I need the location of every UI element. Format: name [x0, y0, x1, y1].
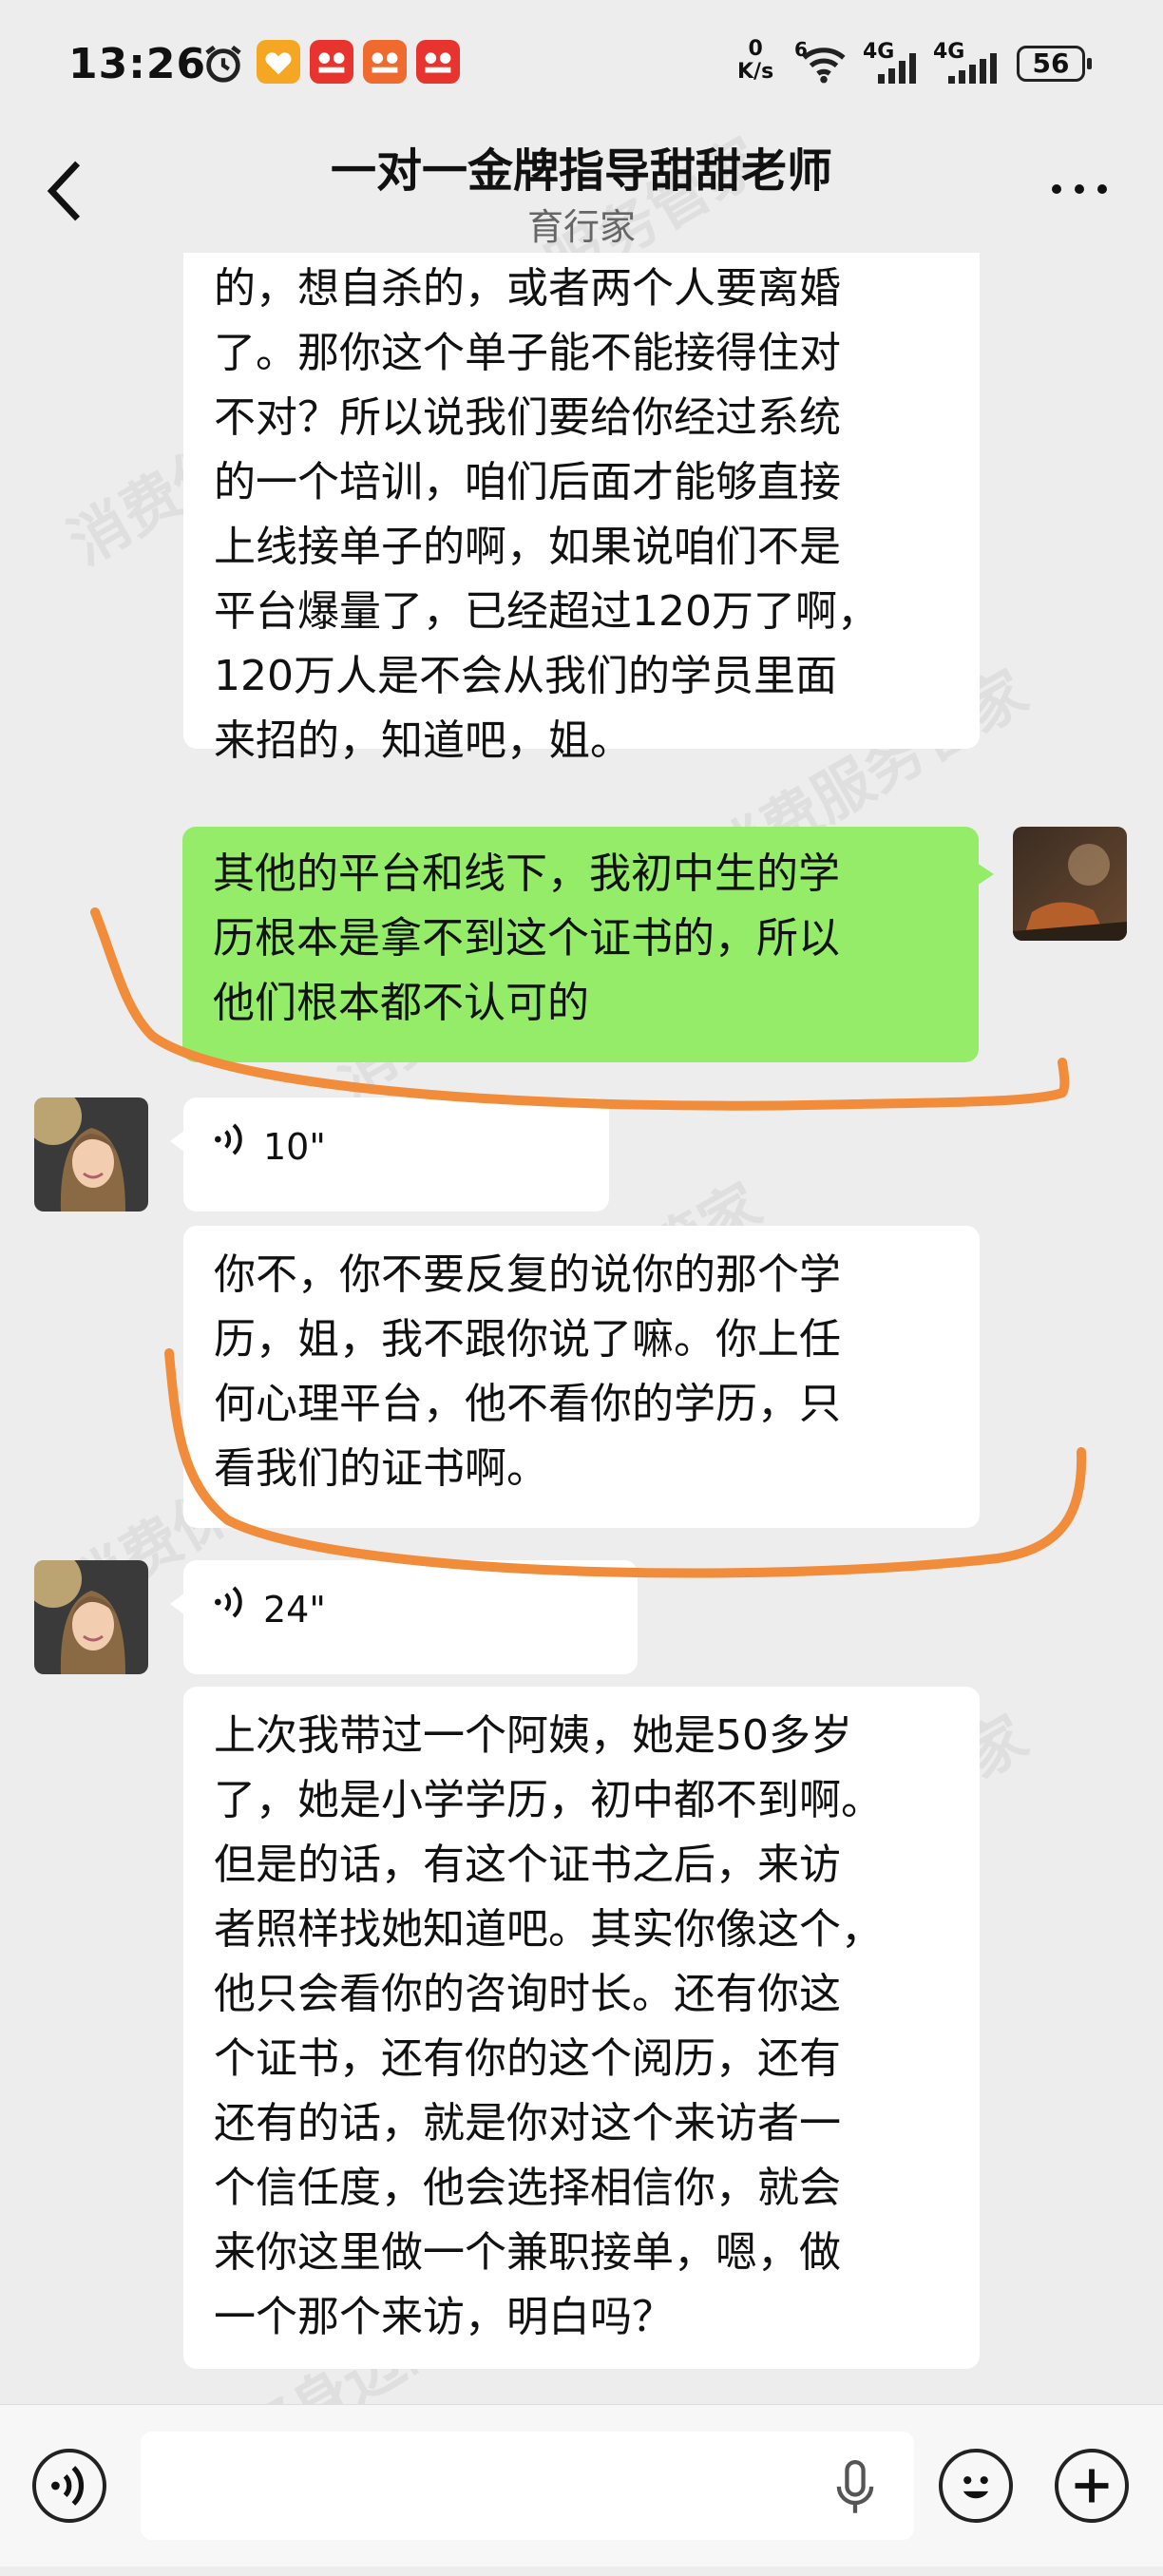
- chat-header: 一对一金牌指导甜甜老师 育行家: [0, 133, 1163, 261]
- network-speed: 0 K/s: [737, 38, 773, 84]
- message-bubble-sent[interactable]: 其他的平台和线下，我初中生的学 历根本是拿不到这个证书的，所以 他们根本都不认可…: [182, 827, 994, 1062]
- voice-duration: 24": [263, 1589, 326, 1631]
- message-line: 何心理平台，他不看你的学历，只: [214, 1380, 841, 1428]
- message-line: 他只会看你的咨询时长。还有你这: [214, 1970, 841, 2018]
- more-dots-icon[interactable]: [1049, 182, 1110, 196]
- message-line: 个信任度，他会选择相信你，就会: [214, 2164, 841, 2212]
- emoji-button[interactable]: [939, 2449, 1013, 2523]
- message-bubble-received[interactable]: 你不，你不要反复的说你的那个学 历，姐，我不跟你说了嘛。你上任 何心理平台，他不…: [183, 1226, 980, 1528]
- message-line: 120万人是不会从我们的学员里面: [214, 652, 837, 700]
- message-line: 个证书，还有你的这个阅历，还有: [214, 2034, 841, 2083]
- message-line: 平台爆量了，已经超过120万了啊，: [214, 587, 879, 636]
- message-line: 上线接单子的啊，如果说咱们不是: [214, 523, 841, 571]
- voice-mode-icon: [51, 2466, 85, 2506]
- message-input[interactable]: [141, 2432, 914, 2540]
- message-line: 历根本是拿不到这个证书的，所以: [213, 914, 840, 963]
- message-line: 的一个培训，咱们后面才能够直接: [214, 458, 841, 506]
- chat-subtitle: 育行家: [526, 206, 636, 248]
- message-line: 还有的话，就是你对这个来访者一: [214, 2099, 841, 2147]
- plus-icon: [1075, 2469, 1109, 2503]
- message-line: 其他的平台和线下，我初中生的学: [213, 849, 840, 898]
- signal-bars-icon: [878, 53, 916, 84]
- message-line: 的，想自杀的，或者两个人要离婚: [214, 264, 841, 313]
- app-notification-icon: [416, 40, 460, 84]
- avatar-self[interactable]: [1013, 827, 1127, 941]
- message-line: 他们根本都不认可的: [213, 979, 589, 1027]
- app-notification-icon: [310, 40, 353, 84]
- app-notification-icon: [257, 40, 300, 84]
- message-bubble-received[interactable]: 的，想自杀的，或者两个人要离婚 了。那你这个单子能不能接得住对 不对？所以说我们…: [183, 253, 980, 765]
- chat-title: 一对一金牌指导甜甜老师: [330, 144, 832, 198]
- message-line: 来招的，知道吧，姐。: [214, 716, 632, 765]
- message-line: 历，姐，我不跟你说了嘛。你上任: [214, 1315, 841, 1364]
- plus-button[interactable]: [1055, 2449, 1129, 2523]
- emoji-icon: [963, 2476, 989, 2499]
- message-line: 不对？所以说我们要给你经过系统: [214, 393, 841, 442]
- input-bar: [0, 2404, 1163, 2566]
- voice-message[interactable]: 10": [170, 1097, 609, 1212]
- network-speed-value: 0: [748, 37, 763, 61]
- message-line: 一个那个来访，明白吗？: [214, 2293, 674, 2341]
- message-line: 了。那你这个单子能不能接得住对: [214, 329, 841, 377]
- wifi-icon: [802, 48, 846, 84]
- app-notification-icon: [363, 40, 407, 84]
- battery-indicator: 56: [1017, 46, 1092, 82]
- message-line: 来你这里做一个兼职接单，嗯，做: [214, 2228, 841, 2277]
- message-bubble-received[interactable]: 上次我带过一个阿姨，她是50多岁 了，她是小学学历，初中都不到啊。 但是的话，有…: [183, 1687, 980, 2369]
- status-time: 13:26: [68, 40, 207, 88]
- message-line: 了，她是小学学历，初中都不到啊。: [214, 1776, 883, 1824]
- avatar-teacher[interactable]: [34, 1560, 148, 1674]
- message-line: 你不，你不要反复的说你的那个学: [214, 1250, 841, 1299]
- message-line: 但是的话，有这个证书之后，来访: [214, 1841, 841, 1889]
- microphone-icon[interactable]: [834, 2460, 876, 2517]
- status-bar: 13:26 0 K/s 6 4G 4G 56: [0, 0, 1163, 133]
- voice-wave-icon: [215, 1586, 242, 1618]
- voice-mode-button[interactable]: [32, 2449, 106, 2523]
- message-line: 看我们的证书啊。: [214, 1444, 548, 1493]
- signal-bars-icon: [948, 53, 997, 84]
- message-line: 上次我带过一个阿姨，她是50多岁: [214, 1711, 852, 1760]
- alarm-icon: [205, 45, 241, 83]
- network-speed-unit: K/s: [737, 60, 774, 84]
- message-line: 者照样找她知道吧。其实你像这个，: [214, 1905, 883, 1954]
- avatar-teacher[interactable]: [34, 1097, 148, 1212]
- voice-message[interactable]: 24": [170, 1560, 638, 1674]
- voice-duration: 10": [263, 1126, 326, 1168]
- voice-wave-icon: [215, 1123, 242, 1155]
